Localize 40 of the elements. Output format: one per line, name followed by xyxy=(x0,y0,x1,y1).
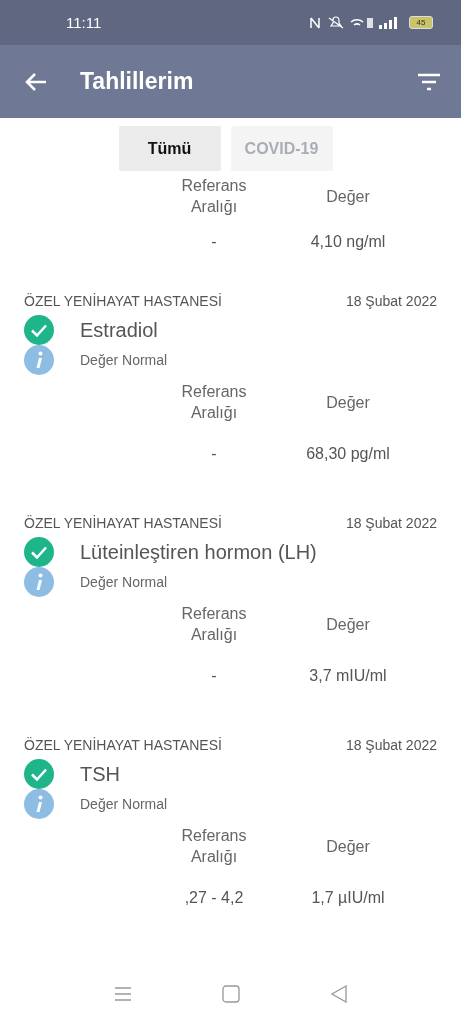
status-time: 11:11 xyxy=(66,14,103,31)
back-button[interactable] xyxy=(24,71,48,92)
status-text: Değer Normal xyxy=(80,796,168,812)
back-nav-button[interactable] xyxy=(329,985,348,1003)
column-header: Referans Aralığı xyxy=(180,176,248,217)
test-value: 1,7 µIU/ml xyxy=(310,889,386,907)
hospital-name: ÖZEL YENİHAYAT HASTANESİ xyxy=(24,515,222,531)
menu-nav-button[interactable] xyxy=(113,986,132,1002)
status-text: Değer Normal xyxy=(80,352,168,368)
info-icon xyxy=(24,567,54,597)
test-date: 18 Şubat 2022 xyxy=(345,737,437,753)
column-header: Değer xyxy=(325,614,371,635)
test-name: Estradiol xyxy=(80,318,158,342)
test-date: 18 Şubat 2022 xyxy=(345,293,437,309)
reference-range: ,27 - 4,2 xyxy=(183,889,245,907)
screen-title: Tahlillerim xyxy=(80,68,195,95)
home-nav-button[interactable] xyxy=(221,985,240,1003)
column-header: Referans Aralığı xyxy=(180,604,248,645)
info-icon xyxy=(24,789,54,819)
column-header: Değer xyxy=(325,186,371,207)
column-header: Referans Aralığı xyxy=(180,826,248,867)
test-name: TSH xyxy=(80,762,120,786)
test-name: Lüteinleştiren hormon (LH) xyxy=(80,540,317,564)
test-date: 18 Şubat 2022 xyxy=(345,515,437,531)
column-header: Referans Aralığı xyxy=(180,382,248,423)
info-icon xyxy=(24,345,54,375)
status-text: Değer Normal xyxy=(80,574,168,590)
test-value: 3,7 mIU/ml xyxy=(308,667,388,685)
reference-range: - xyxy=(210,445,218,463)
filter-button[interactable] xyxy=(417,72,441,91)
hospital-name: ÖZEL YENİHAYAT HASTANESİ xyxy=(24,737,222,753)
column-header: Değer xyxy=(325,392,371,413)
reference-range: - xyxy=(210,667,218,685)
battery-level: 45 xyxy=(409,16,433,29)
test-value: 68,30 pg/ml xyxy=(305,445,391,463)
filter-tab[interactable]: Tümü xyxy=(118,126,221,171)
hospital-name: ÖZEL YENİHAYAT HASTANESİ xyxy=(24,293,222,309)
test-value: 4,10 ng/ml xyxy=(309,233,387,251)
column-header: Değer xyxy=(325,836,371,857)
reference-range: - xyxy=(210,233,218,251)
